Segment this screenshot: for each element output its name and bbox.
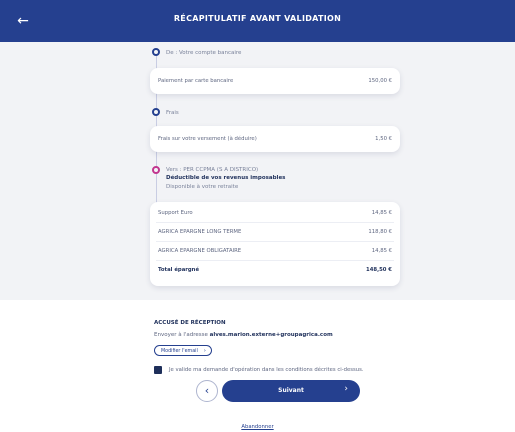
header-bar: ← RÉCAPITULATIF AVANT VALIDATION xyxy=(0,0,515,42)
previous-button[interactable]: ‹ xyxy=(196,380,218,402)
payment-amount: 150,00 € xyxy=(368,78,392,84)
chevron-right-icon: › xyxy=(203,347,206,354)
modify-email-label: Modifier l'email xyxy=(161,348,198,354)
fees-card: Frais sur votre versement (à déduire) 1,… xyxy=(150,126,400,152)
confirm-text: Je valide ma demande d'opération dans le… xyxy=(169,367,364,373)
total-row: Total épargné 148,50 € xyxy=(150,261,400,279)
allocation-row: Support Euro 14,85 € xyxy=(150,204,400,222)
next-button[interactable]: Suivant › xyxy=(222,380,360,402)
ack-email: alves.marion.externe+groupagrica.com xyxy=(209,332,333,338)
allocation-amount: 14,85 € xyxy=(371,210,392,216)
deductible-text: Déductible de vos revenus imposables xyxy=(166,175,286,181)
allocation-row: AGRICA EPARGNE LONG TERME 118,80 € xyxy=(150,223,400,241)
allocation-card: Support Euro 14,85 € AGRICA EPARGNE LONG… xyxy=(150,202,400,286)
total-amount: 148,50 € xyxy=(366,267,392,273)
timeline-dot-to xyxy=(152,166,160,174)
fees-row: Frais sur votre versement (à déduire) 1,… xyxy=(150,130,400,148)
confirm-checkbox[interactable] xyxy=(154,366,162,374)
allocation-amount: 14,85 € xyxy=(371,248,392,254)
summary-steps: De : Votre compte bancaire Paiement par … xyxy=(0,42,515,300)
payment-label: Paiement par carte bancaire xyxy=(158,78,234,84)
allocation-label: AGRICA EPARGNE LONG TERME xyxy=(158,229,242,235)
allocation-label: AGRICA EPARGNE OBLIGATAIRE xyxy=(158,248,242,254)
timeline-dot-from xyxy=(152,48,160,56)
fees-amount: 1,50 € xyxy=(375,136,392,142)
step-from-label: De : Votre compte bancaire xyxy=(166,50,242,56)
payment-row: Paiement par carte bancaire 150,00 € xyxy=(150,72,400,90)
abandon-link[interactable]: Abandonner xyxy=(0,424,515,430)
ack-text: Envoyer à l'adresse alves.marion.externe… xyxy=(154,332,333,338)
fees-label: Frais sur votre versement (à déduire) xyxy=(158,136,257,142)
timeline-dot-fees xyxy=(152,108,160,116)
ack-text-prefix: Envoyer à l'adresse xyxy=(154,332,208,338)
page-title: RÉCAPITULATIF AVANT VALIDATION xyxy=(173,14,342,23)
allocation-label: Support Euro xyxy=(158,210,193,216)
chevron-right-icon: › xyxy=(344,384,348,394)
allocation-amount: 118,80 € xyxy=(368,229,392,235)
step-to-label: Vers : PER CCPMA (S A DISTRICO) xyxy=(166,167,259,173)
step-fees-label: Frais xyxy=(166,110,179,116)
next-button-label: Suivant xyxy=(278,387,304,394)
allocation-row: AGRICA EPARGNE OBLIGATAIRE 14,85 € xyxy=(150,242,400,260)
payment-card: Paiement par carte bancaire 150,00 € xyxy=(150,68,400,94)
confirmation-section: ACCUSÉ DE RÉCEPTION Envoyer à l'adresse … xyxy=(0,300,515,432)
modify-email-button[interactable]: Modifier l'email › xyxy=(154,345,212,356)
total-label: Total épargné xyxy=(158,267,200,273)
available-text: Disponible à votre retraite xyxy=(166,184,239,190)
ack-title: ACCUSÉ DE RÉCEPTION xyxy=(154,320,226,326)
